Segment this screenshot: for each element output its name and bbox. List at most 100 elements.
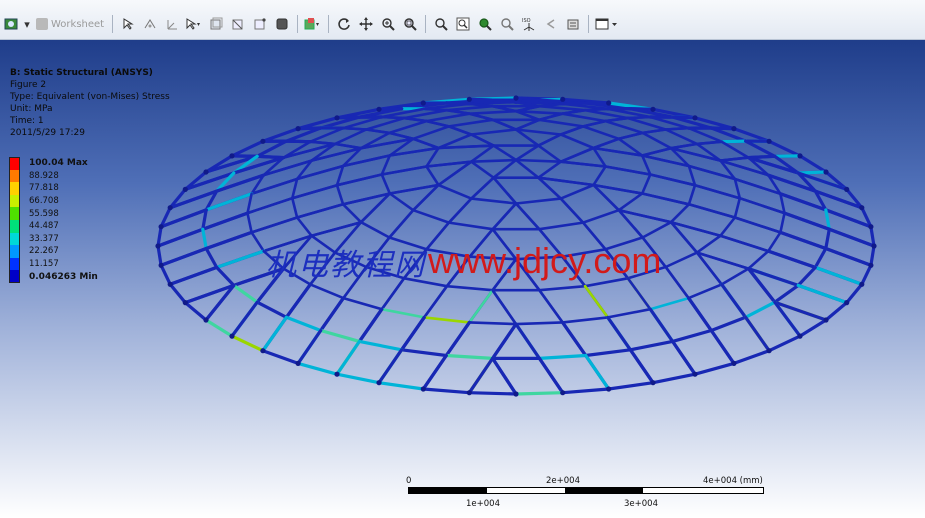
lattice-member bbox=[468, 109, 518, 115]
lattice-member bbox=[514, 118, 541, 131]
legend-row[interactable]: 88.928 bbox=[9, 169, 98, 183]
next-view-icon[interactable] bbox=[563, 14, 583, 34]
rotate-icon[interactable] bbox=[334, 14, 354, 34]
lattice-member bbox=[469, 197, 518, 205]
lattice-member bbox=[670, 328, 713, 343]
lattice-node bbox=[466, 390, 472, 396]
lattice-node bbox=[868, 224, 874, 230]
scale-tick-3e4: 3e+004 bbox=[624, 499, 658, 509]
lattice-member bbox=[469, 158, 518, 163]
lattice-member bbox=[156, 227, 205, 248]
lattice-member bbox=[232, 283, 259, 304]
legend-row[interactable]: 33.377 bbox=[9, 232, 98, 246]
lattice-member bbox=[604, 116, 630, 123]
lattice-member bbox=[215, 265, 236, 287]
lattice-member bbox=[560, 320, 588, 358]
legend-row[interactable]: 11.157 bbox=[9, 257, 98, 271]
lattice-member bbox=[709, 328, 736, 365]
lattice-member bbox=[628, 348, 655, 385]
lattice-member bbox=[670, 339, 697, 376]
legend-row[interactable]: 44.487 bbox=[9, 219, 98, 233]
viewport-icon[interactable] bbox=[594, 14, 622, 34]
lattice-member bbox=[514, 197, 563, 205]
dropdown-arrow-icon[interactable]: ▾ bbox=[23, 14, 31, 34]
lattice-node bbox=[167, 281, 173, 287]
lattice-member bbox=[290, 183, 339, 200]
lattice-member bbox=[447, 125, 473, 136]
zoom-out-icon[interactable] bbox=[497, 14, 517, 34]
graphics-icon[interactable] bbox=[1, 14, 21, 34]
lattice-member bbox=[743, 315, 771, 353]
face-select-icon[interactable] bbox=[206, 14, 226, 34]
worksheet-button[interactable]: Worksheet bbox=[32, 18, 108, 30]
lattice-member bbox=[357, 307, 384, 343]
legend-label: 100.04 Max bbox=[29, 158, 88, 169]
lattice-member bbox=[491, 202, 518, 231]
legend-row[interactable]: 100.04 Max bbox=[9, 157, 98, 170]
lattice-member bbox=[693, 361, 736, 376]
stress-legend[interactable]: 100.04 Max 88.928 77.818 66.708 55.598 44.487… bbox=[9, 157, 98, 283]
magnify-icon[interactable] bbox=[475, 14, 495, 34]
zoom-fit-icon[interactable] bbox=[431, 14, 451, 34]
vertex-select-icon[interactable] bbox=[250, 14, 270, 34]
lattice-member bbox=[733, 196, 742, 219]
lattice-member bbox=[669, 142, 699, 150]
lattice-member bbox=[782, 211, 831, 231]
zoom-icon[interactable] bbox=[378, 14, 398, 34]
legend-row[interactable]: 22.267 bbox=[9, 245, 98, 258]
lattice-member bbox=[559, 133, 595, 150]
analysis-title: B: Static Structural (ANSYS) bbox=[10, 68, 153, 78]
lattice-member bbox=[514, 158, 540, 179]
lattice-node bbox=[229, 333, 235, 339]
lattice-member bbox=[491, 322, 518, 360]
lattice-member bbox=[468, 288, 494, 324]
zoom-window-icon[interactable] bbox=[453, 14, 473, 34]
lattice-member bbox=[686, 296, 713, 333]
lattice-member bbox=[284, 282, 312, 319]
iso-view-icon[interactable]: ISO bbox=[519, 14, 539, 34]
lattice-member bbox=[156, 225, 163, 248]
lattice-member bbox=[514, 321, 564, 326]
previous-view-icon[interactable] bbox=[541, 14, 561, 34]
label-icon[interactable] bbox=[140, 14, 160, 34]
legend-swatch bbox=[9, 270, 20, 283]
lattice-member bbox=[732, 349, 771, 365]
select-mode-icon[interactable] bbox=[184, 14, 204, 34]
legend-row[interactable]: 77.818 bbox=[9, 182, 98, 195]
legend-swatch bbox=[9, 245, 20, 258]
lattice-node bbox=[203, 317, 209, 323]
legend-row[interactable]: 0.046263 Min bbox=[9, 270, 98, 283]
legend-label: 77.818 bbox=[29, 183, 59, 194]
lattice-member bbox=[261, 315, 288, 353]
legend-row[interactable]: 66.708 bbox=[9, 194, 98, 208]
lattice-member bbox=[364, 128, 391, 135]
lattice-member bbox=[377, 381, 425, 391]
edge-select-icon[interactable] bbox=[228, 14, 248, 34]
lattice-member bbox=[296, 328, 323, 365]
lattice-member bbox=[581, 119, 607, 128]
select-icon[interactable] bbox=[118, 14, 138, 34]
lattice-member bbox=[641, 220, 673, 239]
legend-swatch bbox=[9, 219, 20, 233]
lattice-member bbox=[201, 211, 250, 231]
body-select-icon[interactable] bbox=[272, 14, 292, 34]
graphics-viewport[interactable]: B: Static Structural (ANSYS) Figure 2 Ty… bbox=[0, 40, 925, 518]
legend-swatch bbox=[9, 257, 20, 271]
pan-icon[interactable] bbox=[356, 14, 376, 34]
display-style-icon[interactable] bbox=[303, 14, 323, 34]
lattice-node bbox=[868, 262, 874, 268]
lattice-member bbox=[380, 173, 392, 195]
coordinate-icon[interactable] bbox=[162, 14, 182, 34]
lattice-member bbox=[514, 391, 565, 396]
scale-tick-1e4: 1e+004 bbox=[466, 499, 500, 509]
lattice-member bbox=[335, 372, 381, 385]
legend-swatch bbox=[9, 194, 20, 208]
box-zoom-icon[interactable] bbox=[400, 14, 420, 34]
legend-row[interactable]: 55.598 bbox=[9, 207, 98, 220]
lattice-member bbox=[491, 356, 518, 396]
lattice-member bbox=[747, 249, 770, 270]
lattice-member bbox=[246, 196, 294, 215]
lattice-member bbox=[561, 316, 610, 324]
lattice-member bbox=[168, 282, 187, 305]
lattice-member bbox=[388, 119, 428, 135]
